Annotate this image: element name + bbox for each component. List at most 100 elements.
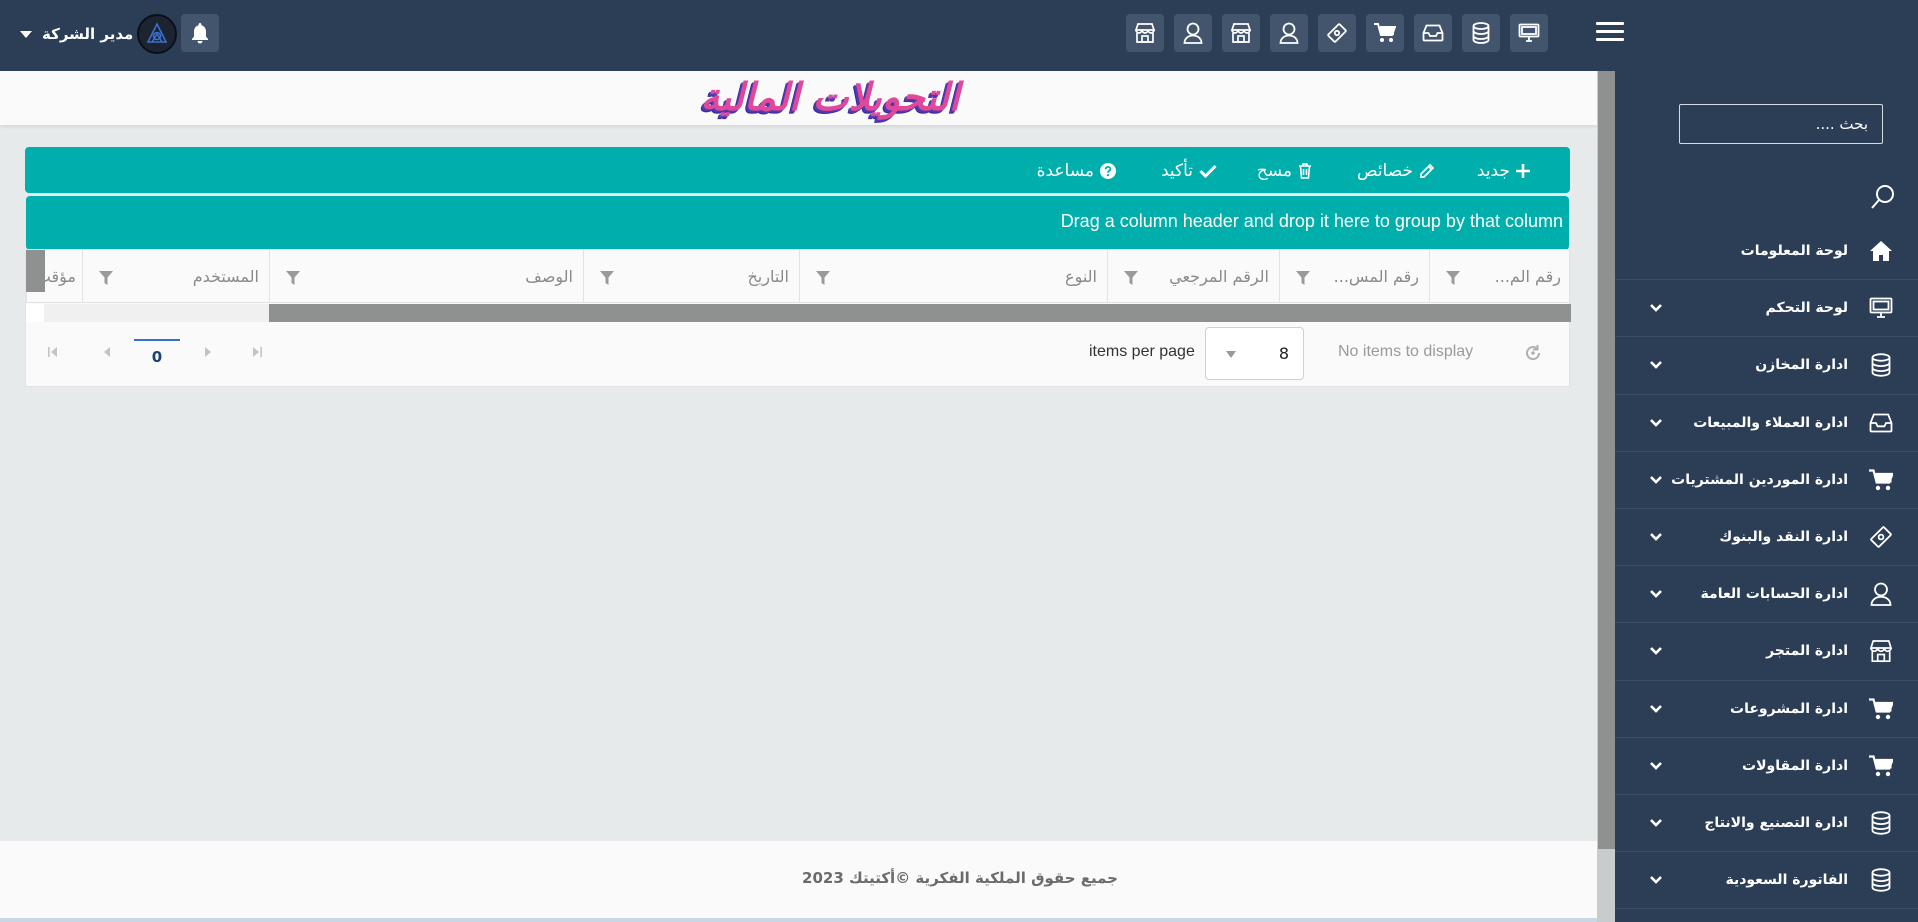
group-drop-zone[interactable]: Drag a column header and drop it here to… bbox=[26, 196, 1569, 250]
cart-icon bbox=[1868, 696, 1894, 722]
chevron-down-icon[interactable] bbox=[1649, 818, 1663, 828]
delete-button[interactable]: مسح bbox=[1257, 160, 1312, 182]
company-logo-icon bbox=[144, 21, 170, 47]
sidebar-item-4[interactable]: ادارة الموردين المشتريات bbox=[1615, 452, 1918, 509]
current-page-number[interactable]: 0 bbox=[134, 339, 180, 371]
column-header-label: المستخدم bbox=[192, 267, 259, 286]
user-name: مدير الشركة bbox=[42, 25, 134, 43]
quick-database-button[interactable] bbox=[1462, 14, 1500, 52]
cart-icon bbox=[1374, 23, 1396, 43]
column-header-5[interactable]: الوصف bbox=[269, 250, 583, 303]
sidebar-item-label: ادارة التصنيع والانتاج bbox=[1704, 814, 1848, 831]
title-bar: التحويلات المالية bbox=[0, 71, 1597, 125]
sidebar-item-10[interactable]: ادارة التصنيع والانتاج bbox=[1615, 795, 1918, 853]
items-per-page-value: 8 bbox=[1278, 344, 1289, 363]
sidebar-item-1[interactable]: لوحة التحكم bbox=[1615, 280, 1918, 338]
column-header-3[interactable]: النوع bbox=[799, 250, 1107, 303]
help-button[interactable]: مساعدة bbox=[1037, 160, 1116, 182]
grid-horizontal-scroll-thumb[interactable] bbox=[269, 304, 1571, 322]
database-icon bbox=[1868, 810, 1894, 836]
sidebar-item-5[interactable]: ادارة النقد والبنوك bbox=[1615, 509, 1918, 567]
chevron-down-icon[interactable] bbox=[1649, 704, 1663, 714]
quick-store-button[interactable] bbox=[1222, 14, 1260, 52]
plus-icon bbox=[1516, 164, 1530, 178]
new-label: جديد bbox=[1476, 161, 1510, 181]
column-header-2[interactable]: الرقم المرجعي bbox=[1107, 250, 1279, 303]
quick-store-button-2[interactable] bbox=[1126, 14, 1164, 52]
new-button[interactable]: جديد bbox=[1477, 160, 1530, 182]
quick-inbox-button[interactable] bbox=[1414, 14, 1452, 52]
sidebar-item-2[interactable]: ادارة المخازن bbox=[1615, 337, 1918, 395]
trash-icon bbox=[1298, 163, 1312, 179]
user-icon bbox=[1279, 22, 1299, 44]
filter-icon[interactable] bbox=[600, 271, 614, 285]
chevron-down-icon[interactable] bbox=[1649, 589, 1663, 599]
store-icon bbox=[1134, 22, 1156, 44]
sidebar-item-label: لوحة المعلومات bbox=[1740, 243, 1848, 260]
quick-user-button[interactable] bbox=[1270, 14, 1308, 52]
sidebar-item-8[interactable]: ادارة المشروعات bbox=[1615, 681, 1918, 738]
quick-user-button-2[interactable] bbox=[1174, 14, 1212, 52]
filter-icon[interactable] bbox=[1446, 271, 1460, 285]
action-toolbar: جديد خصائص مسح تأكيد مساعدة bbox=[25, 147, 1570, 193]
page-scrollbar-thumb[interactable] bbox=[1598, 71, 1615, 849]
properties-button[interactable]: خصائص bbox=[1357, 160, 1435, 182]
chevron-down-icon[interactable] bbox=[1649, 646, 1663, 656]
filter-icon[interactable] bbox=[1296, 271, 1310, 285]
chevron-down-icon[interactable] bbox=[1649, 418, 1663, 428]
bell-icon bbox=[190, 22, 210, 44]
sidebar-item-6[interactable]: ادارة الحسابات العامة bbox=[1615, 566, 1918, 624]
hamburger-menu-icon[interactable] bbox=[1596, 22, 1624, 48]
chevron-down-icon[interactable] bbox=[1649, 303, 1663, 313]
grid-horizontal-scroll-track[interactable] bbox=[44, 304, 269, 322]
sidebar-item-label: ادارة النقد والبنوك bbox=[1719, 529, 1848, 546]
quick-money-button[interactable] bbox=[1318, 14, 1356, 52]
sidebar-item-9[interactable]: ادارة المقاولات bbox=[1615, 738, 1918, 795]
help-label: مساعدة bbox=[1036, 161, 1094, 181]
page-title: التحويلات المالية bbox=[700, 75, 960, 119]
avatar[interactable] bbox=[137, 14, 177, 54]
prev-page-icon[interactable] bbox=[103, 347, 111, 357]
filter-icon[interactable] bbox=[99, 271, 113, 285]
items-per-page-label: items per page bbox=[1089, 343, 1195, 360]
user-menu[interactable]: مدير الشركة bbox=[20, 22, 133, 46]
confirm-button[interactable]: تأكيد bbox=[1161, 160, 1217, 182]
sidebar-item-label: ادارة المقاولات bbox=[1742, 757, 1848, 774]
quick-monitor-button[interactable] bbox=[1510, 14, 1548, 52]
chevron-down-icon[interactable] bbox=[1649, 475, 1663, 485]
confirm-label: تأكيد bbox=[1160, 161, 1193, 181]
search-icon[interactable] bbox=[1869, 183, 1897, 211]
grid-scroll-corner bbox=[26, 304, 44, 322]
column-header-0[interactable]: رقم الم... bbox=[1429, 250, 1571, 303]
filter-icon[interactable] bbox=[286, 271, 300, 285]
filter-icon[interactable] bbox=[816, 271, 830, 285]
first-page-icon[interactable] bbox=[48, 347, 58, 357]
quick-cart-button[interactable] bbox=[1366, 14, 1404, 52]
grid-vertical-scroll-thumb[interactable] bbox=[26, 250, 45, 292]
group-hint: Drag a column header and drop it here to… bbox=[1060, 211, 1563, 231]
chevron-down-icon[interactable] bbox=[1649, 360, 1663, 370]
chevron-down-icon[interactable] bbox=[1649, 532, 1663, 542]
sidebar-item-label: ادارة المتجر bbox=[1766, 643, 1848, 660]
chevron-down-icon[interactable] bbox=[1649, 761, 1663, 771]
sidebar-item-3[interactable]: ادارة العملاء والمبيعات bbox=[1615, 395, 1918, 452]
column-header-label: رقم الم... bbox=[1494, 267, 1561, 286]
column-header-4[interactable]: التاريخ bbox=[583, 250, 799, 303]
last-page-icon[interactable] bbox=[252, 347, 262, 357]
sidebar-search-input[interactable] bbox=[1679, 104, 1883, 144]
sidebar-item-0[interactable]: لوحة المعلومات bbox=[1615, 223, 1918, 281]
cart-icon bbox=[1868, 467, 1894, 493]
sidebar-item-7[interactable]: ادارة المتجر bbox=[1615, 623, 1918, 681]
filter-icon[interactable] bbox=[1124, 271, 1138, 285]
pager: 0 items per page 8 No items to display bbox=[26, 322, 1571, 386]
column-header-1[interactable]: رقم المس... bbox=[1279, 250, 1429, 303]
question-icon bbox=[1100, 163, 1116, 179]
cart-icon bbox=[1868, 753, 1894, 779]
sidebar-item-label: ادارة المشروعات bbox=[1730, 700, 1848, 717]
home-icon bbox=[1868, 238, 1894, 264]
column-header-6[interactable]: المستخدم bbox=[82, 250, 269, 303]
refresh-icon[interactable] bbox=[1523, 343, 1543, 363]
next-page-icon[interactable] bbox=[204, 347, 212, 357]
notifications-button[interactable] bbox=[181, 14, 219, 52]
items-per-page-select[interactable]: 8 bbox=[1205, 327, 1304, 380]
